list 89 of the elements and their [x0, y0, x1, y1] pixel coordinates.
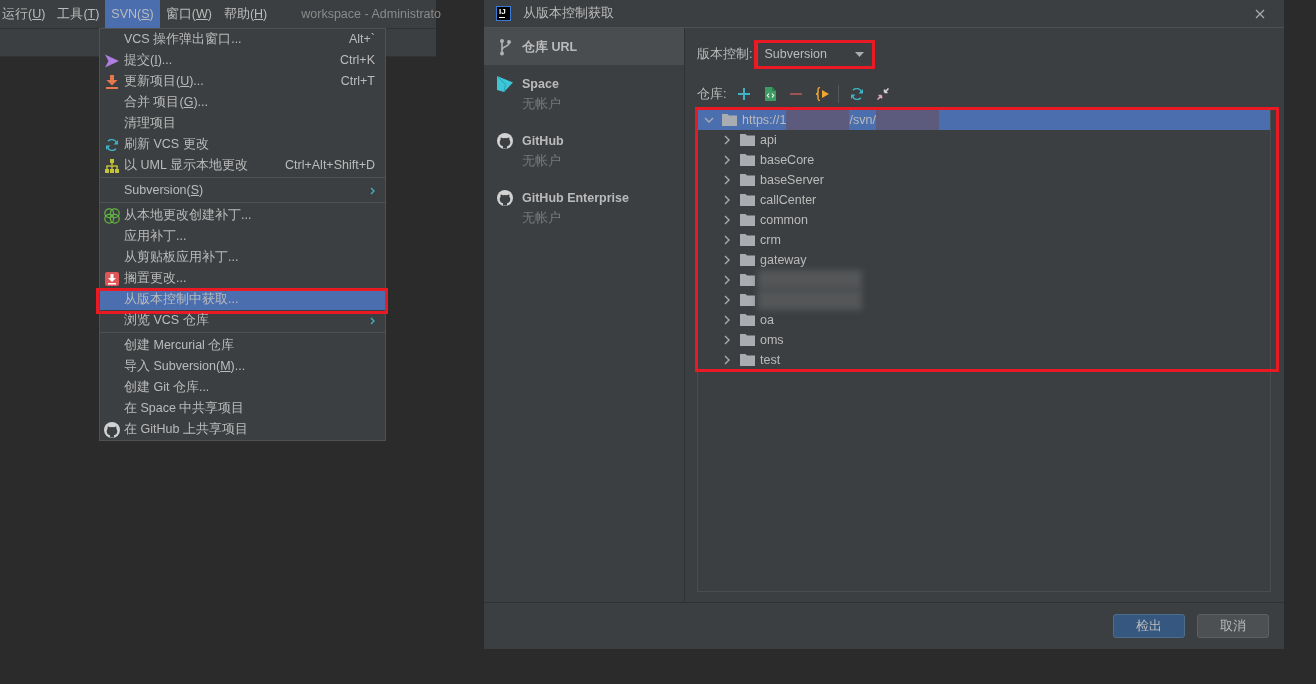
menu-item[interactable]: 创建 Mercurial 仓库: [100, 335, 385, 356]
menu-bar-item[interactable]: 工具(T): [51, 0, 106, 28]
dialog-title: 从版本控制获取: [523, 5, 614, 22]
branch-icon: [498, 38, 512, 56]
chevron-right-icon[interactable]: [724, 235, 730, 245]
menu-item[interactable]: 在 GitHub 上共享项目: [100, 419, 385, 440]
menu-item[interactable]: 刷新 VCS 更改: [100, 134, 385, 155]
menu-bar-item[interactable]: 窗口(W): [159, 0, 218, 28]
caret-icon: [855, 52, 865, 57]
folder-icon: [722, 114, 737, 126]
shortcut-label: Ctrl+K: [338, 52, 375, 69]
chevron-right-icon[interactable]: [724, 215, 730, 225]
download-icon: [105, 74, 119, 89]
github-icon: [497, 190, 513, 206]
chevron-right-icon[interactable]: [724, 315, 730, 325]
menu-bar-item[interactable]: 帮助(H): [217, 0, 274, 28]
menu-item[interactable]: 应用补丁...: [100, 226, 385, 247]
folder-icon: [740, 334, 755, 346]
folder-icon: [740, 134, 755, 146]
menu-item[interactable]: 更新项目(U)... Ctrl+T: [100, 71, 385, 92]
folder-icon: [740, 274, 755, 286]
shortcut-label: Ctrl+T: [339, 73, 375, 90]
menu-item[interactable]: 以 UML 显示本地更改 Ctrl+Alt+Shift+D: [100, 155, 385, 176]
tree-row[interactable]: baseServer: [698, 170, 1270, 190]
tree-row[interactable]: crm: [698, 230, 1270, 250]
folder-icon: [740, 294, 755, 306]
shortcut-label: Ctrl+Alt+Shift+D: [284, 157, 375, 174]
menu-item[interactable]: 在 Space 中共享项目: [100, 398, 385, 419]
plus-icon[interactable]: [738, 88, 751, 100]
menu-item[interactable]: 从剪贴板应用补丁...: [100, 247, 385, 268]
tree-row[interactable]: oms: [698, 330, 1270, 350]
tree-row[interactable]: gateway: [698, 250, 1270, 270]
folder-icon: [740, 194, 755, 206]
tree-row[interactable]: oa: [698, 310, 1270, 330]
tree-row[interactable]: baseCore: [698, 150, 1270, 170]
refresh-icon[interactable]: [851, 88, 864, 100]
close-icon[interactable]: [1255, 8, 1265, 19]
menu-bar-item[interactable]: 运行(U): [0, 0, 52, 28]
folder-icon: [740, 234, 755, 246]
sidebar-item[interactable]: 仓库 URL: [484, 28, 684, 65]
menu-item[interactable]: 提交(I)... Ctrl+K: [100, 50, 385, 71]
chevron-right-icon[interactable]: [724, 335, 730, 345]
arrow-tile-icon: [105, 271, 119, 286]
hierarchy-icon: [104, 157, 120, 174]
chevron-right-icon[interactable]: [724, 155, 730, 165]
chevron-right-icon[interactable]: [724, 175, 730, 185]
field-label: 仓库:: [697, 85, 727, 103]
chevron-right-icon[interactable]: [724, 195, 730, 205]
folder-icon: [740, 254, 755, 266]
send-arrow-icon: [104, 52, 120, 69]
chevron-right-icon[interactable]: [724, 135, 730, 145]
tree-row[interactable]: callCenter: [698, 190, 1270, 210]
blurred-patch: [786, 110, 850, 130]
tree-row[interactable]: test: [698, 350, 1270, 370]
bracket-arrow-icon[interactable]: [815, 87, 830, 101]
folder-icon: [740, 354, 755, 366]
space-logo-icon: [496, 75, 514, 93]
tree-row[interactable]: common: [698, 210, 1270, 230]
refresh-icon: [106, 138, 118, 151]
menu-item[interactable]: 合并 项目(G)...: [100, 92, 385, 113]
menu-item[interactable]: 创建 Git 仓库...: [100, 377, 385, 398]
menu-item[interactable]: 从本地更改创建补丁...: [100, 205, 385, 226]
clover-icon: [104, 207, 120, 224]
tree-row[interactable]: api: [698, 130, 1270, 150]
menu-item[interactable]: 浏览 VCS 仓库: [100, 310, 385, 331]
code-file-icon[interactable]: [765, 87, 776, 101]
checkout-button[interactable]: 检出: [1113, 614, 1185, 638]
chevron-right-icon[interactable]: [724, 355, 730, 365]
folder-icon: [740, 314, 755, 326]
folder-icon: [740, 214, 755, 226]
folder-icon: [740, 174, 755, 186]
menu-item[interactable]: VCS 操作弹出窗口... Alt+`: [100, 29, 385, 50]
menu-item[interactable]: 清理项目: [100, 113, 385, 134]
field-label: 版本控制:: [697, 46, 753, 63]
app-logo: IJ: [496, 6, 511, 21]
menu-item[interactable]: 搁置更改...: [100, 268, 385, 289]
window-title: workspace - Administrato: [301, 6, 441, 23]
chevron-right-icon[interactable]: [724, 275, 730, 285]
cancel-button[interactable]: 取消: [1197, 614, 1269, 638]
folder-icon: [740, 154, 755, 166]
menu-item[interactable]: 导入 Subversion(M)...: [100, 356, 385, 377]
shortcut-label: Alt+`: [347, 31, 375, 48]
chevron-right-icon[interactable]: [724, 295, 730, 305]
blurred-patch: [875, 110, 939, 130]
github-icon: [497, 133, 513, 149]
menu-item[interactable]: Subversion(S): [100, 180, 385, 201]
github-icon: [104, 421, 120, 438]
collapse-icon[interactable]: [877, 88, 890, 100]
chevron-right-icon[interactable]: [724, 255, 730, 265]
